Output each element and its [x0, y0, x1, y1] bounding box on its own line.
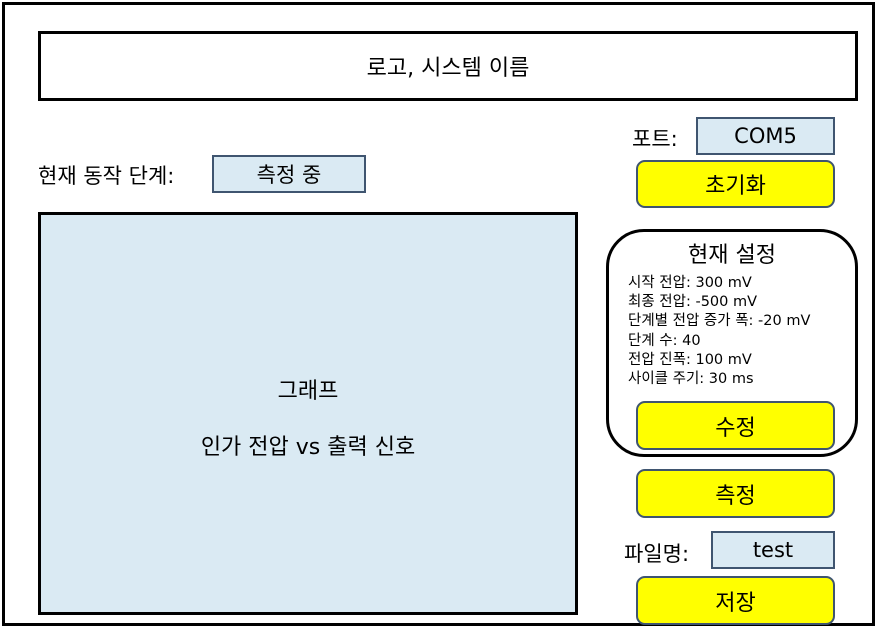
graph-title: 그래프 — [277, 379, 339, 404]
setting-amplitude: 전압 진폭: 100 mV — [628, 351, 752, 368]
filename-label: 파일명: — [624, 542, 690, 566]
measure-button[interactable]: 측정 — [636, 469, 835, 518]
init-button[interactable]: 초기화 — [636, 160, 835, 208]
graph-subtitle: 인가 전압 vs 출력 신호 — [200, 435, 416, 460]
settings-list: 시작 전압: 300 mV 최종 전압: -500 mV 단계별 전압 증가 폭… — [628, 274, 810, 389]
graph-area: 그래프 인가 전압 vs 출력 신호 — [38, 212, 578, 615]
setting-final-voltage: 최종 전압: -500 mV — [628, 294, 758, 311]
save-button-label: 저장 — [715, 590, 756, 616]
header-logo-system-name: 로고, 시스템 이름 — [38, 31, 858, 101]
header-title: 로고, 시스템 이름 — [366, 56, 530, 81]
port-input[interactable]: COM5 — [696, 117, 835, 155]
filename-value: test — [752, 538, 794, 562]
setting-step-increment: 단계별 전압 증가 폭: -20 mV — [628, 313, 811, 330]
setting-start-voltage: 시작 전압: 300 mV — [628, 275, 752, 291]
status-field: 측정 중 — [212, 155, 366, 193]
status-value: 측정 중 — [256, 163, 322, 187]
port-value: COM5 — [734, 124, 797, 148]
status-label: 현재 동작 단계: — [38, 164, 175, 188]
edit-button[interactable]: 수정 — [636, 401, 835, 450]
save-button[interactable]: 저장 — [636, 576, 835, 625]
setting-cycle-period: 사이클 주기: 30 ms — [628, 371, 754, 388]
edit-button-label: 수정 — [715, 415, 756, 441]
port-label: 포트: — [632, 127, 678, 151]
setting-step-count: 단계 수: 40 — [628, 332, 701, 349]
measure-button-label: 측정 — [715, 483, 756, 509]
settings-title: 현재 설정 — [688, 243, 776, 268]
init-button-label: 초기화 — [705, 174, 766, 199]
filename-input[interactable]: test — [711, 531, 835, 569]
